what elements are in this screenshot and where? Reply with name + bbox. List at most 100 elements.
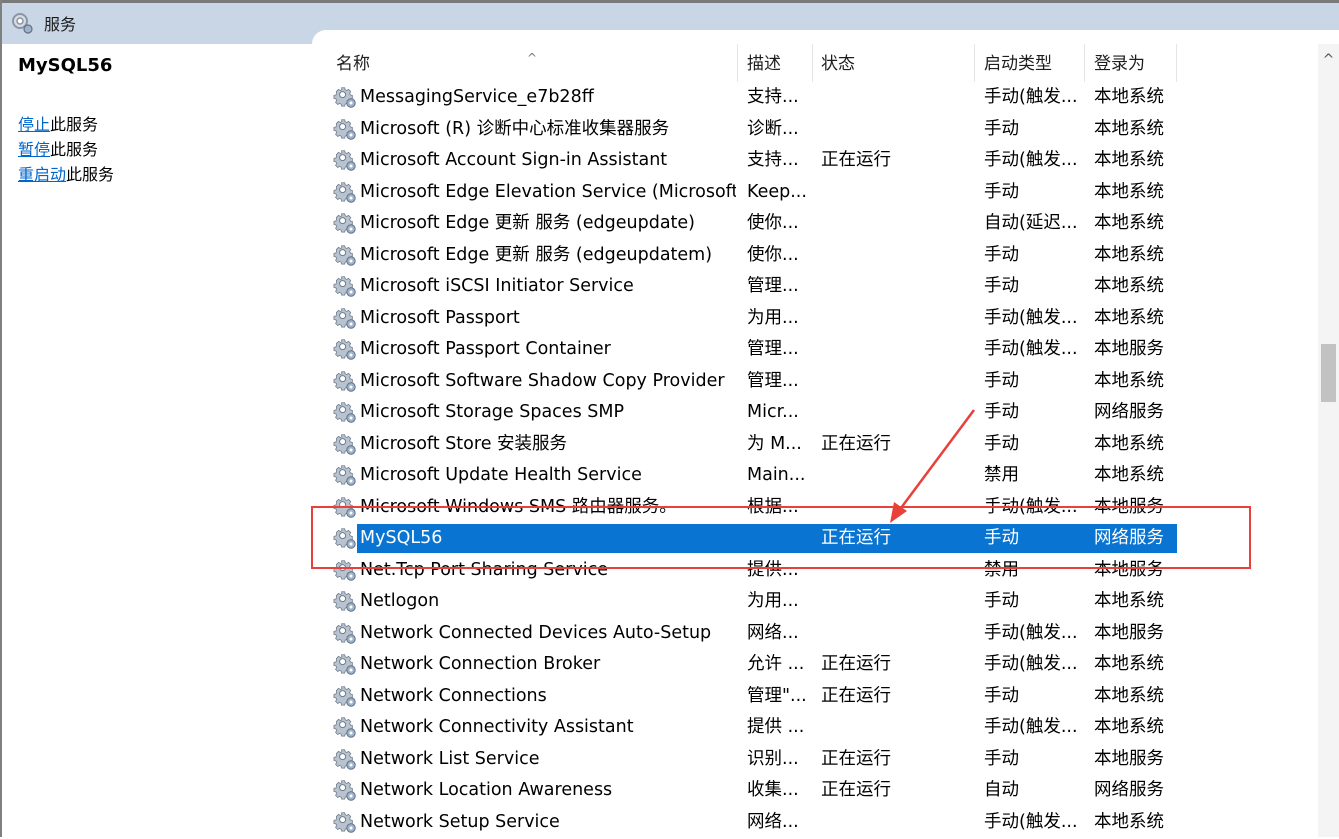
service-name: Microsoft (R) 诊断中心标准收集器服务 [360,118,670,139]
service-name: Network Connectivity Assistant [360,717,634,737]
service-startup-type: 手动 [984,433,1019,454]
column-header-description[interactable]: 描述 [739,44,813,82]
service-row[interactable]: Network Connection Broker 允许 ... 正在运行 手动(触发… [328,649,1318,681]
service-status [821,460,911,491]
service-row[interactable]: Microsoft Edge 更新 服务 (edgeupdate) 使你... 自动… [328,208,1318,240]
gear-icon [333,432,357,456]
service-startup-type: 手动 [984,276,1019,296]
gear-icon [333,463,357,487]
service-row[interactable]: Network Connectivity Assistant 提供 ... 手动(触… [328,712,1318,744]
service-name: Network Connections [360,685,547,706]
service-startup-type: 手动 [984,591,1019,611]
service-row[interactable]: Network Location Awareness 收集... 正在运行 自动 网络服… [328,775,1318,807]
service-startup-type: 手动(触发... [984,87,1078,107]
service-status [821,397,911,428]
service-row[interactable]: Microsoft Edge 更新 服务 (edgeupdatem) 使你... 手… [328,240,1318,272]
stop-link[interactable]: 停止 [18,115,50,134]
service-name: Microsoft Passport [360,307,520,328]
pause-link[interactable]: 暂停 [18,140,50,159]
gear-icon [333,715,357,739]
service-logon-as: 本地系统 [1094,244,1164,265]
service-row[interactable]: Microsoft Storage Spaces SMP Micr... 手动 网络服… [328,397,1318,429]
service-status [821,807,911,838]
service-logon-as: 网络服务 [1094,780,1164,800]
scroll-thumb[interactable] [1321,344,1336,402]
service-name: Netlogon [360,591,440,611]
column-header-name-label: 名称 [336,54,370,74]
service-row[interactable]: Netlogon 为用... 手动 本地系统 [328,586,1318,618]
service-status [821,618,911,649]
service-row[interactable]: Microsoft Account Sign-in Assistant 支持...… [328,145,1318,177]
service-logon-as: 本地系统 [1094,370,1164,391]
service-row[interactable]: Microsoft Store 安装服务 为 M... 正在运行 手动 本地系统 [328,429,1318,461]
service-name: Microsoft Software Shadow Copy Provider [360,370,725,391]
service-logon-as: 本地服务 [1094,339,1164,359]
stop-service-action: 停止此服务 [18,111,98,135]
column-header-name[interactable]: 名称 ^ [328,44,738,82]
gear-icon [333,243,357,267]
service-logon-as: 本地系统 [1094,118,1164,139]
service-row[interactable]: Microsoft Update Health Service Main... 禁用… [328,460,1318,492]
services-tab[interactable]: 服务 [10,9,76,37]
service-logon-as: 本地系统 [1094,213,1164,233]
service-row[interactable]: Microsoft Passport Container 管理... 手动(触发..… [328,334,1318,366]
service-status [821,334,911,365]
restart-link[interactable]: 重启动 [18,165,66,184]
window-title: 服务 [44,15,77,34]
service-description: 为用... [747,591,799,611]
service-status [821,82,911,113]
service-row[interactable]: Microsoft Software Shadow Copy Provider 管… [328,366,1318,398]
column-header-logon-as[interactable]: 登录为 [1086,44,1177,82]
service-startup-type: 手动(触发... [984,622,1078,643]
service-name: Network Setup Service [360,811,560,832]
service-name: Network Location Awareness [360,780,613,800]
service-row[interactable]: MessagingService_e7b28ff 支持... 手动(触发... 本地系… [328,82,1318,114]
service-name: Microsoft Store 安装服务 [360,433,568,454]
column-header-description-label: 描述 [747,54,781,74]
service-startup-type: 手动 [984,685,1019,706]
column-header-startup-type[interactable]: 启动类型 [976,44,1085,82]
scroll-up-icon[interactable]: ^ [1318,50,1339,70]
service-status [821,240,911,271]
service-status [821,177,911,208]
gear-icon [333,400,357,424]
pause-link-suffix: 此服务 [50,140,99,159]
service-logon-as: 本地系统 [1094,685,1164,706]
service-name: Microsoft iSCSI Initiator Service [360,276,634,296]
gear-icon [333,211,357,235]
restart-link-suffix: 此服务 [66,165,115,184]
service-logon-as: 网络服务 [1094,402,1164,422]
service-name: Microsoft Update Health Service [360,465,642,485]
column-header-startup-type-label: 启动类型 [984,54,1052,74]
service-row[interactable]: Microsoft Passport 为用... 手动(触发... 本地系统 [328,303,1318,335]
service-row[interactable]: Network Setup Service 网络... 手动(触发... 本地系统 [328,807,1318,839]
service-startup-type: 自动(延迟... [984,213,1078,233]
service-detail-pane: MySQL56 停止此服务 暂停此服务 重启动此服务 [8,44,308,837]
service-row[interactable]: Microsoft (R) 诊断中心标准收集器服务 诊断... 手动 本地系统 [328,114,1318,146]
service-description: 使你... [747,213,799,233]
service-startup-type: 手动(触发... [984,811,1078,832]
service-logon-as: 本地系统 [1094,87,1164,107]
gear-icon [333,652,357,676]
service-description: 为 M... [747,433,802,454]
gear-icon [333,621,357,645]
service-description: 管理... [747,276,799,296]
service-status: 正在运行 [821,685,891,706]
vertical-scrollbar[interactable]: ^ [1318,44,1339,837]
service-name: Network Connected Devices Auto-Setup [360,622,712,643]
service-description: 诊断... [747,118,799,139]
gear-icon [333,180,357,204]
service-name: MessagingService_e7b28ff [360,87,594,107]
service-logon-as: 本地服务 [1094,748,1164,769]
service-description: 为用... [747,307,799,328]
service-row[interactable]: Microsoft iSCSI Initiator Service 管理... 手动… [328,271,1318,303]
service-row[interactable]: Network Connected Devices Auto-Setup 网络..… [328,618,1318,650]
service-description: Keep... [747,181,807,202]
service-startup-type: 手动 [984,370,1019,391]
service-row[interactable]: Microsoft Edge Elevation Service (Micros… [328,177,1318,209]
service-description: 提供 ... [747,717,805,737]
service-row[interactable]: Network List Service 识别... 正在运行 手动 本地服务 [328,744,1318,776]
service-status: 正在运行 [821,654,891,674]
column-header-status[interactable]: 状态 [813,44,975,82]
service-row[interactable]: Network Connections 管理"... 正在运行 手动 本地系统 [328,681,1318,713]
